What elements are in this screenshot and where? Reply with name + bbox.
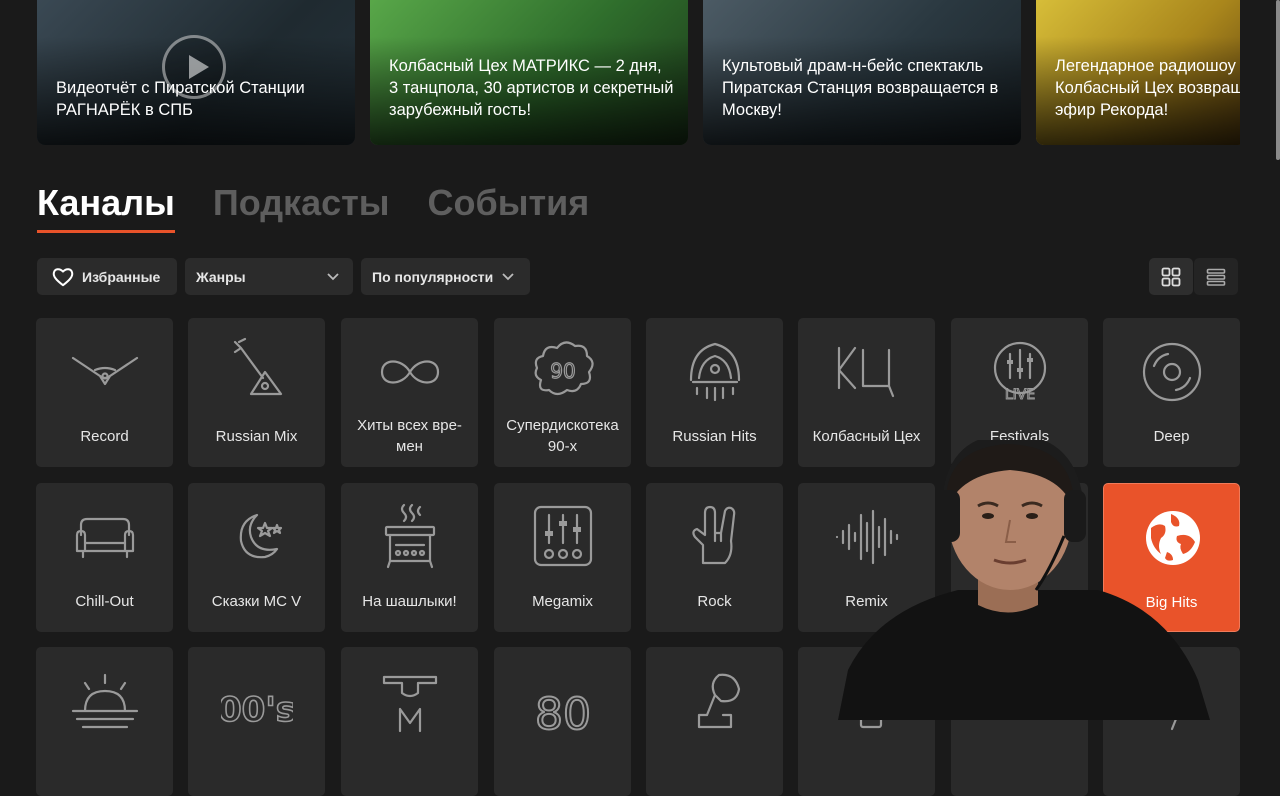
channel-label: Record	[80, 427, 129, 445]
channel-label	[804, 743, 929, 787]
news-carousel: Видеотчёт с Пиратской Станции РАГНАРЁК в…	[37, 0, 1240, 145]
channel-label	[1109, 743, 1234, 787]
channel-tile[interactable]: Megamix	[494, 483, 631, 632]
tab-podcasts[interactable]: Подкасты	[213, 182, 390, 233]
channel-label	[957, 743, 1082, 787]
channel-tile[interactable]: На шашлыки!	[341, 483, 478, 632]
tab-events[interactable]: События	[428, 182, 590, 233]
channel-tile[interactable]: 90 Супердискотека 90-х	[494, 318, 631, 467]
rock-hand-icon	[692, 505, 736, 565]
channel-label: Chill-Out	[75, 592, 134, 610]
channel-label: Russian Mix	[215, 427, 298, 445]
channel-label	[347, 743, 472, 787]
channel-tile[interactable]	[36, 647, 173, 796]
record-logo-icon	[71, 356, 139, 386]
channel-label	[652, 743, 777, 787]
sort-label: По популярности	[372, 268, 494, 285]
svg-text:LIVE: LIVE	[1005, 387, 1035, 403]
svg-text:00's: 00's	[221, 690, 293, 730]
content-tabs: Каналы Подкасты События	[37, 182, 589, 233]
webcam-overlay	[838, 440, 1218, 720]
balalaika-icon	[233, 337, 283, 396]
channel-label: Хиты всех вре-мен	[357, 417, 462, 455]
channel-label	[194, 743, 319, 787]
page-scrollbar[interactable]	[1276, 0, 1280, 160]
chevron-down-icon	[327, 272, 339, 280]
channel-label	[42, 743, 167, 787]
channel-tile[interactable]: Сказки MC V	[188, 483, 325, 632]
infinity-icon	[380, 360, 440, 384]
channel-label: Супердискотека 90-х	[506, 417, 619, 455]
grid-view-button[interactable]	[1149, 258, 1193, 295]
channel-tile[interactable]	[341, 647, 478, 796]
vinyl-icon	[1142, 342, 1202, 402]
channel-tile[interactable]: 00's	[188, 647, 325, 796]
news-title: Видеотчёт с Пиратской Станции РАГНАРЁК в…	[56, 79, 305, 119]
m-icon	[382, 675, 438, 733]
channel-tile[interactable]	[646, 647, 783, 796]
mixer-icon	[533, 505, 593, 567]
sunrise-icon	[71, 673, 139, 729]
presenter-video	[838, 440, 1210, 720]
sofa-icon	[75, 517, 135, 559]
grill-icon	[384, 503, 436, 569]
channel-label: Сказки MC V	[211, 592, 302, 610]
cloud-90-icon: 90	[534, 341, 594, 396]
live-icon: LIVE	[993, 341, 1047, 404]
news-card[interactable]: Легендарное радиошоу Колбасный Цех возвр…	[1036, 0, 1240, 145]
chevron-down-icon	[502, 272, 514, 280]
channel-label: На шашлыки!	[362, 592, 457, 610]
list-view-button[interactable]	[1194, 258, 1238, 295]
news-card[interactable]: Видеотчёт с Пиратской Станции РАГНАРЁК в…	[37, 0, 355, 145]
00s-icon: 00's	[221, 689, 293, 731]
svg-text:90: 90	[550, 359, 575, 383]
channel-label: Rock	[697, 592, 732, 610]
channel-tile[interactable]: Chill-Out	[36, 483, 173, 632]
channel-tile[interactable]: Rock	[646, 483, 783, 632]
channel-label: Megamix	[532, 592, 593, 610]
genres-label: Жанры	[196, 268, 246, 285]
channel-tile[interactable]: Record	[36, 318, 173, 467]
channel-tile[interactable]: Russian Mix	[188, 318, 325, 467]
favorites-filter-button[interactable]: Избранные	[37, 258, 177, 295]
80-icon: 80	[534, 688, 592, 737]
grid-icon	[1161, 267, 1181, 286]
news-title: Культовый драм-н-бейс спектакль Пиратска…	[722, 57, 999, 119]
list-icon	[1206, 268, 1226, 286]
news-title: Колбасный Цех МАТРИКС — 2 дня, 3 танцпол…	[389, 57, 674, 119]
favorites-label: Избранные	[82, 268, 161, 285]
heart-icon	[52, 267, 74, 286]
news-card[interactable]: Колбасный Цех МАТРИКС — 2 дня, 3 танцпол…	[370, 0, 688, 145]
channel-tile[interactable]: Хиты всех вре-мен	[341, 318, 478, 467]
channel-label	[500, 743, 625, 787]
sort-dropdown[interactable]: По популярности	[361, 258, 530, 295]
genres-dropdown[interactable]: Жанры	[185, 258, 353, 295]
svg-text:80: 80	[535, 689, 591, 737]
news-title: Легендарное радиошоу Колбасный Цех возвр…	[1055, 57, 1240, 119]
channel-label: Russian Hits	[672, 427, 757, 445]
channel-tile[interactable]: Russian Hits	[646, 318, 783, 467]
kc-logo-icon	[837, 346, 895, 398]
tab-channels[interactable]: Каналы	[37, 182, 175, 233]
moon-stars-icon	[239, 513, 283, 559]
kokoshnik-icon	[689, 342, 741, 402]
gramophone-icon	[697, 673, 741, 729]
channel-tile[interactable]: 80	[494, 647, 631, 796]
news-card[interactable]: Культовый драм-н-бейс спектакль Пиратска…	[703, 0, 1021, 145]
